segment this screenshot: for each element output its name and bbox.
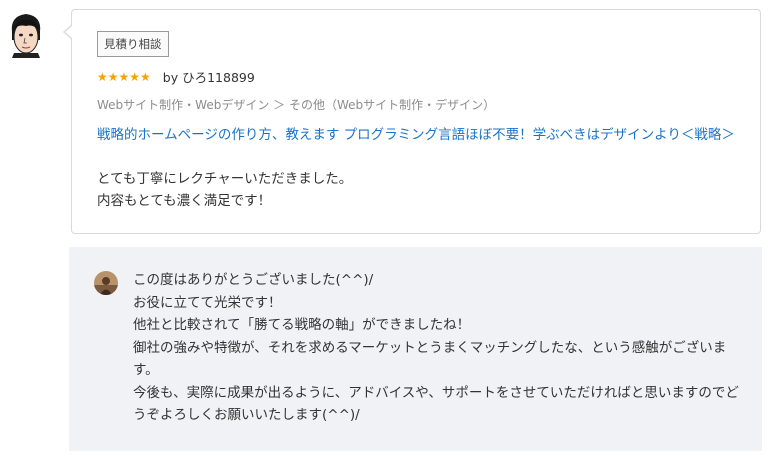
reply-line: この度はありがとうございました(^^)/ [133,272,374,288]
review-comment-line: 内容もとても濃く満足です！ [97,193,272,209]
reply-message: この度はありがとうございました(^^)/ お役に立てて光栄です！ 他社と比較され… [133,269,745,427]
reply-line: 他社と比較されて「勝てる戦略の軸」ができましたね！ [133,317,471,333]
seller-reply: この度はありがとうございました(^^)/ お役に立てて光栄です！ 他社と比較され… [69,247,762,451]
review-card: 見積り相談 ★★★★★ by ひろ118899 Webサイト制作・Webデザイン… [63,9,761,234]
seller-avatar-icon[interactable] [94,271,118,295]
reviewer-name: by ひろ118899 [162,70,255,85]
estimate-badge: 見積り相談 [97,31,169,57]
star-rating-icon: ★★★★★ [97,69,151,84]
reply-line: 御社の強みや特徴が、それを求めるマーケットとうまくマッチングしたな、という感触が… [133,339,727,379]
service-title-link[interactable]: 戦略的ホームページの作り方、教えます プログラミング言語ほぼ不要！学ぶべきはデザ… [97,124,745,146]
reply-line: 今後も、実際に成果が出るように、アドバイスや、サポートをさせていただければと思い… [133,384,739,424]
review-comment-line: とても丁寧にレクチャーいただきました。 [97,171,353,187]
rating-row: ★★★★★ by ひろ118899 [97,67,255,86]
reviewer-avatar-icon[interactable] [6,10,46,58]
reply-line: お役に立てて光栄です！ [133,294,282,311]
review-comment: とても丁寧にレクチャーいただきました。 内容もとても濃く満足です！ [97,168,737,212]
category-breadcrumb: Webサイト制作・Webデザイン ＞ その他（Webサイト制作・デザイン） [97,98,496,112]
